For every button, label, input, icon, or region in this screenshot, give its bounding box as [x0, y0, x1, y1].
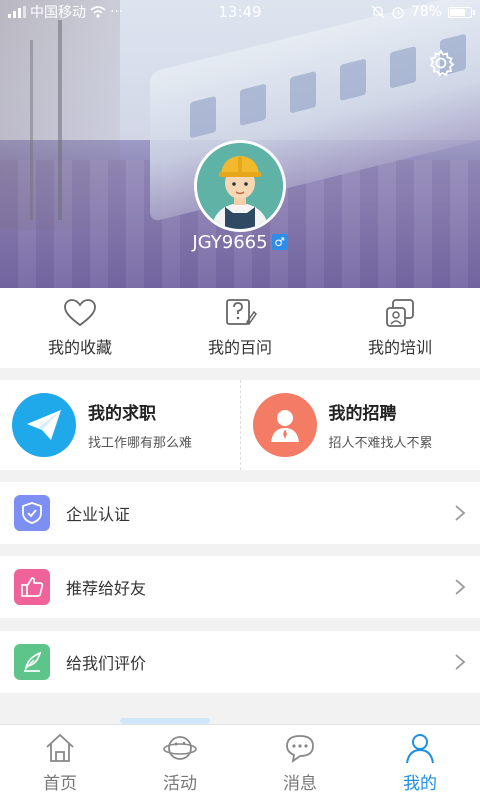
job-subtitle: 招人不难找人不累: [328, 436, 433, 451]
gender-male-icon: ♂: [271, 234, 288, 250]
training-icon: [386, 299, 414, 327]
quick-actions: 我的收藏 我的百问 我的培训: [0, 288, 480, 368]
tab-bar: 首页 活动 消息 我的: [0, 724, 480, 800]
menu-icon-box: [14, 495, 50, 531]
quick-favorites[interactable]: 我的收藏: [0, 288, 160, 368]
user-icon: [406, 734, 434, 764]
home-icon: [46, 733, 74, 762]
tab-label: 消息: [283, 774, 317, 794]
status-bar: 中国移动 ··· 13:49 78%: [0, 0, 480, 24]
quick-label: 我的收藏: [47, 338, 112, 357]
chevron-right-icon: [455, 579, 466, 595]
chevron-right-icon: [455, 505, 466, 521]
thumbs-up-icon: [21, 577, 44, 597]
tab-home[interactable]: 首页: [0, 725, 120, 800]
my-recruitment[interactable]: 我的招聘 招人不难找人不累: [239, 380, 480, 470]
tab-label: 首页: [43, 774, 77, 794]
shield-icon: [22, 502, 42, 524]
chat-icon: [286, 735, 314, 763]
battery-icon: [448, 6, 475, 18]
my-job-search[interactable]: 我的求职 找工作哪有那么难: [0, 380, 240, 470]
menu-label: 企业认证: [66, 505, 131, 524]
menu-recommend-friend[interactable]: 推荐给好友: [0, 556, 480, 618]
job-section: 我的求职 找工作哪有那么难 我的招聘 招人不难找人不累: [0, 380, 480, 470]
tab-label: 活动: [163, 774, 197, 794]
menu-icon-box: [14, 644, 50, 680]
menu-enterprise-auth[interactable]: 企业认证: [0, 482, 480, 544]
hero-pole: [30, 40, 33, 220]
planet-icon: [163, 736, 197, 760]
question-doc-icon: [226, 299, 257, 326]
username-row: JGY9665 ♂: [0, 232, 480, 253]
heart-icon: [64, 299, 96, 327]
quick-training[interactable]: 我的培训: [320, 288, 480, 368]
menu-label: 推荐给好友: [66, 579, 147, 598]
quick-questions[interactable]: 我的百问: [160, 288, 320, 368]
pen-icon: [24, 651, 42, 672]
tab-activity[interactable]: 活动: [120, 725, 240, 800]
job-circle: [12, 393, 76, 457]
job-title: 我的求职: [88, 404, 156, 424]
menu-label: 给我们评价: [66, 654, 147, 673]
tab-mine[interactable]: 我的: [360, 725, 480, 800]
gear-icon[interactable]: [426, 48, 456, 78]
menu-rate-us[interactable]: 给我们评价: [0, 631, 480, 693]
quick-label: 我的百问: [207, 338, 272, 357]
paper-plane-icon: [27, 410, 61, 440]
person-icon: [270, 410, 299, 442]
job-circle: [252, 393, 317, 457]
status-time: 13:49: [218, 3, 262, 21]
username: JGY9665: [192, 232, 268, 253]
job-title: 我的招聘: [328, 404, 397, 424]
quick-label: 我的培训: [367, 338, 432, 357]
worker-avatar-icon: [197, 143, 283, 229]
tab-label: 我的: [403, 774, 437, 794]
avatar[interactable]: [194, 140, 286, 232]
menu-icon-box: [14, 569, 50, 605]
hero-pole: [58, 20, 62, 220]
chevron-right-icon: [455, 654, 466, 670]
tab-messages[interactable]: 消息: [240, 725, 360, 800]
job-subtitle: 找工作哪有那么难: [88, 436, 193, 451]
